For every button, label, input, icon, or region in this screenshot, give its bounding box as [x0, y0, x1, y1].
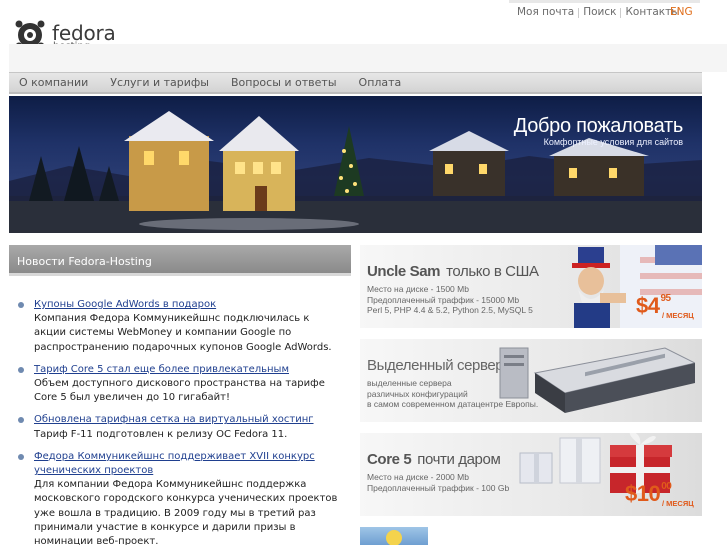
top-links: Моя почта Поиск Контакты [513, 6, 684, 20]
news-text: Компания Федора Коммуникейшнс подключила… [34, 313, 332, 353]
language-switch-eng[interactable]: ENG [670, 6, 693, 18]
bullet-icon [18, 417, 24, 424]
promo-description: Место на диске - 2000 Mb Предоплаченный … [367, 472, 509, 493]
server-illustration [499, 347, 695, 413]
price-unit: / МЕСЯЦ [662, 499, 694, 508]
logo-wordmark: fedora [52, 21, 116, 45]
promo-line: Предоплаченный траффик - 100 Gb [367, 482, 510, 493]
promo-dedicated-server[interactable]: Выделенный сервер выделенные сервера раз… [360, 339, 702, 422]
news-link[interactable]: Купоны Google AdWords в подарок [34, 298, 338, 312]
news-text: Объем доступного дискового пространства … [34, 378, 325, 404]
bullet-icon [18, 366, 24, 373]
promo-description: Место на диске - 1500 Mb Предоплаченный … [367, 284, 533, 316]
main-nav: О компании Услуги и тарифы Вопросы и отв… [9, 72, 702, 94]
price-main: $10 [625, 481, 661, 506]
price-unit: / МЕСЯЦ [662, 311, 694, 320]
top-link-search[interactable]: Поиск [579, 6, 620, 20]
top-link-mail[interactable]: Моя почта [513, 6, 578, 20]
list-item: Купоны Google AdWords в подарок Компания… [18, 298, 338, 355]
news-link[interactable]: Обновлена тарифная сетка на виртуальный … [34, 413, 338, 427]
top-bar: fedora hosting Моя почта Поиск Контакты … [0, 0, 727, 52]
news-list: Купоны Google AdWords в подарок Компания… [18, 298, 338, 545]
promo-title-main: Выделенный сервер [367, 357, 504, 374]
promo-title: Core 5 почти даром [367, 451, 501, 468]
promo-title: Выделенный сервер [367, 357, 504, 374]
news-link[interactable]: Тариф Core 5 стал еще более привлекатель… [34, 363, 338, 377]
nav-item-services[interactable]: Услуги и тарифы [110, 76, 209, 89]
promo-uncle-sam[interactable]: Uncle Sam только в США Место на диске - 1… [360, 245, 702, 328]
promo-title-thin: только в США [446, 263, 539, 280]
promo-title-thin: почти даром [417, 451, 501, 468]
list-item: Обновлена тарифная сетка на виртуальный … [18, 413, 338, 441]
hero-banner: Добро пожаловать Комфортные условия для … [9, 96, 702, 233]
promo-line: Место на диске - 1500 Mb [367, 284, 469, 294]
news-text: Тариф F-11 подготовлен к релизу ОС Fedor… [34, 428, 288, 440]
nav-item-about[interactable]: О компании [19, 76, 88, 89]
news-link[interactable]: Федора Коммуникейшнс поддерживает XVII к… [34, 450, 338, 478]
header-strip [9, 44, 727, 72]
promo-line: Предоплаченный траффик - 15000 Mb [367, 294, 520, 305]
promo-title-main: Core 5 [367, 451, 412, 468]
top-accent-line [509, 0, 700, 3]
news-heading: Новости Fedora-Hosting [9, 245, 351, 276]
promo-line: Место на диске - 2000 Mb [367, 472, 469, 482]
promo-title: Uncle Sam только в США [367, 263, 539, 280]
hero-title: Добро пожаловать [513, 115, 684, 137]
yellow-badge-icon [386, 530, 402, 545]
news-text: Для компании Федора Коммуникейшнс поддер… [34, 479, 338, 545]
promo-line: Perl 5, PHP 4.4 & 5.2, Python 2.5, MySQL… [367, 305, 533, 315]
bullet-icon [18, 453, 24, 460]
promo-thumbnail-partial[interactable] [360, 527, 428, 545]
list-item: Тариф Core 5 стал еще более привлекатель… [18, 363, 338, 406]
nav-item-payment[interactable]: Оплата [359, 76, 402, 89]
nav-item-faq[interactable]: Вопросы и ответы [231, 76, 337, 89]
promo-core5[interactable]: Core 5 почти даром Место на диске - 2000 … [360, 433, 702, 516]
price-cents: 00 [661, 481, 672, 492]
hero-subtitle: Комфортные условия для сайтов [543, 137, 683, 147]
price-main: $4 [636, 293, 660, 318]
list-item: Федора Коммуникейшнс поддерживает XVII к… [18, 450, 338, 545]
promo-title-main: Uncle Sam [367, 263, 441, 280]
bullet-icon [18, 302, 24, 308]
price-cents: 95 [660, 293, 671, 304]
